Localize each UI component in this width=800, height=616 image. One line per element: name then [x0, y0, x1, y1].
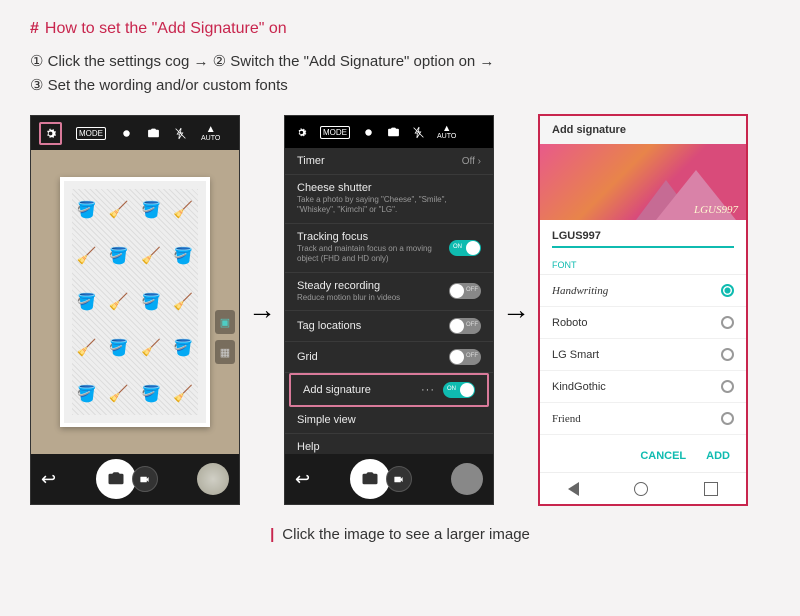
- shutter-group: [96, 459, 158, 499]
- toggle-steady-recording[interactable]: OFF: [449, 283, 481, 299]
- setting-help[interactable]: Help: [285, 434, 493, 456]
- radio-icon[interactable]: [721, 412, 734, 425]
- heading-text: How to set the "Add Signature" on: [45, 20, 287, 38]
- radio-icon[interactable]: [721, 316, 734, 329]
- signature-preview: LGUS997: [540, 144, 746, 220]
- mode-button[interactable]: MODE: [76, 127, 106, 140]
- gallery-thumbnail[interactable]: [197, 463, 229, 495]
- steps-line2: ③ Set the wording and/or custom fonts: [30, 74, 770, 98]
- footer-note: | Click the image to see a larger image: [30, 526, 770, 543]
- steps-text: ① Click the settings cog → ② Switch the …: [30, 50, 770, 98]
- setting-steady-recording[interactable]: Steady recording Reduce motion blur in v…: [285, 273, 493, 311]
- footer-marker: |: [270, 526, 274, 543]
- camera-bottombar: ↩: [285, 454, 493, 504]
- auto-button[interactable]: ▲AUTO: [437, 124, 456, 140]
- filter-icon[interactable]: [362, 126, 375, 139]
- arrow-icon: →: [248, 294, 276, 326]
- setting-simple-view[interactable]: Simple view: [285, 407, 493, 434]
- gear-icon[interactable]: [43, 126, 58, 141]
- toggle-grid[interactable]: OFF: [449, 349, 481, 365]
- setting-tracking-focus[interactable]: Tracking focus Track and maintain focus …: [285, 224, 493, 273]
- mode-button[interactable]: MODE: [320, 126, 350, 139]
- add-button[interactable]: ADD: [706, 450, 730, 462]
- more-icon[interactable]: ···: [421, 384, 435, 396]
- font-option-kindgothic[interactable]: KindGothic: [540, 371, 746, 403]
- toggle-tag-locations[interactable]: OFF: [449, 318, 481, 334]
- back-icon[interactable]: ↩: [295, 469, 310, 490]
- font-option-lgsmart[interactable]: LG Smart: [540, 339, 746, 371]
- settings-list[interactable]: Timer Off › Cheese shutter Take a photo …: [285, 148, 493, 456]
- radio-icon[interactable]: [721, 348, 734, 361]
- settings-topbar: MODE ▲AUTO: [285, 116, 493, 148]
- flash-off-icon[interactable]: [174, 127, 187, 140]
- android-navbar: [540, 472, 746, 504]
- auto-button[interactable]: ▲ AUTO: [201, 125, 220, 142]
- settings-cog-highlight: [39, 122, 62, 145]
- gallery-thumbnail[interactable]: [451, 463, 483, 495]
- font-option-handwriting[interactable]: Handwriting: [540, 275, 746, 307]
- photo-subject: 🪣🧹🪣🧹 🧹🪣🧹🪣 🪣🧹🪣🧹 🧹🪣🧹🪣 🪣🧹🪣🧹: [60, 177, 210, 427]
- record-button[interactable]: [132, 466, 158, 492]
- add-signature-title: Add signature: [540, 116, 746, 144]
- toggle-add-signature[interactable]: ON: [443, 382, 475, 398]
- camera-viewfinder-screenshot[interactable]: MODE ▲ AUTO 🪣🧹🪣🧹 🧹🪣🧹🪣 🪣🧹🪣🧹: [30, 115, 240, 505]
- back-icon[interactable]: ↩: [41, 469, 56, 490]
- nav-back-icon[interactable]: [568, 482, 579, 496]
- setting-grid[interactable]: Grid OFF: [285, 342, 493, 373]
- setting-add-signature[interactable]: Add signature ··· ON: [289, 373, 489, 407]
- shutter-button[interactable]: [96, 459, 136, 499]
- footer-text: Click the image to see a larger image: [282, 526, 530, 543]
- setting-tag-locations[interactable]: Tag locations OFF: [285, 311, 493, 342]
- page-heading: # How to set the "Add Signature" on: [30, 20, 770, 38]
- camera-topbar: MODE ▲ AUTO: [31, 116, 239, 150]
- screenshots-row: MODE ▲ AUTO 🪣🧹🪣🧹 🧹🪣🧹🪣 🪣🧹🪣🧹: [30, 114, 770, 506]
- signature-preview-text: LGUS997: [694, 204, 738, 216]
- dialog-actions: CANCEL ADD: [540, 440, 746, 472]
- add-signature-screenshot[interactable]: Add signature LGUS997 FONT Handwriting R…: [538, 114, 748, 506]
- setting-timer[interactable]: Timer Off ›: [285, 148, 493, 175]
- signature-input[interactable]: [552, 226, 734, 248]
- flash-off-icon[interactable]: [412, 126, 425, 139]
- steps-line1: ① Click the settings cog → ② Switch the …: [30, 50, 770, 74]
- radio-icon[interactable]: [721, 380, 734, 393]
- camera-settings-screenshot[interactable]: MODE ▲AUTO Timer Off › Cheese shutter Ta…: [284, 115, 494, 505]
- font-list: Handwriting Roboto LG Smart KindGothic F…: [540, 275, 746, 440]
- record-button[interactable]: [386, 466, 412, 492]
- camera-bottombar: ↩: [31, 454, 239, 504]
- arrow-icon: →: [502, 294, 530, 326]
- gear-icon[interactable]: [295, 126, 308, 139]
- cancel-button[interactable]: CANCEL: [640, 450, 686, 462]
- setting-cheese-shutter[interactable]: Cheese shutter Take a photo by saying "C…: [285, 175, 493, 224]
- shutter-button[interactable]: [350, 459, 390, 499]
- filter-icon[interactable]: [120, 127, 133, 140]
- switch-camera-icon[interactable]: [387, 126, 400, 139]
- font-option-roboto[interactable]: Roboto: [540, 307, 746, 339]
- viewfinder-area[interactable]: 🪣🧹🪣🧹 🧹🪣🧹🪣 🪣🧹🪣🧹 🧹🪣🧹🪣 🪣🧹🪣🧹 ▣ ▦: [31, 150, 239, 454]
- nav-home-icon[interactable]: [634, 482, 648, 496]
- standard-angle-button[interactable]: ▦: [215, 340, 235, 364]
- radio-selected-icon[interactable]: [721, 284, 734, 297]
- wide-angle-button[interactable]: ▣: [215, 310, 235, 334]
- font-option-friend[interactable]: Friend: [540, 403, 746, 435]
- toggle-tracking-focus[interactable]: ON: [449, 240, 481, 256]
- timer-value: Off ›: [462, 156, 481, 167]
- nav-recent-icon[interactable]: [704, 482, 718, 496]
- font-section-label: FONT: [540, 250, 746, 275]
- heading-marker: #: [30, 20, 39, 38]
- switch-camera-icon[interactable]: [147, 127, 160, 140]
